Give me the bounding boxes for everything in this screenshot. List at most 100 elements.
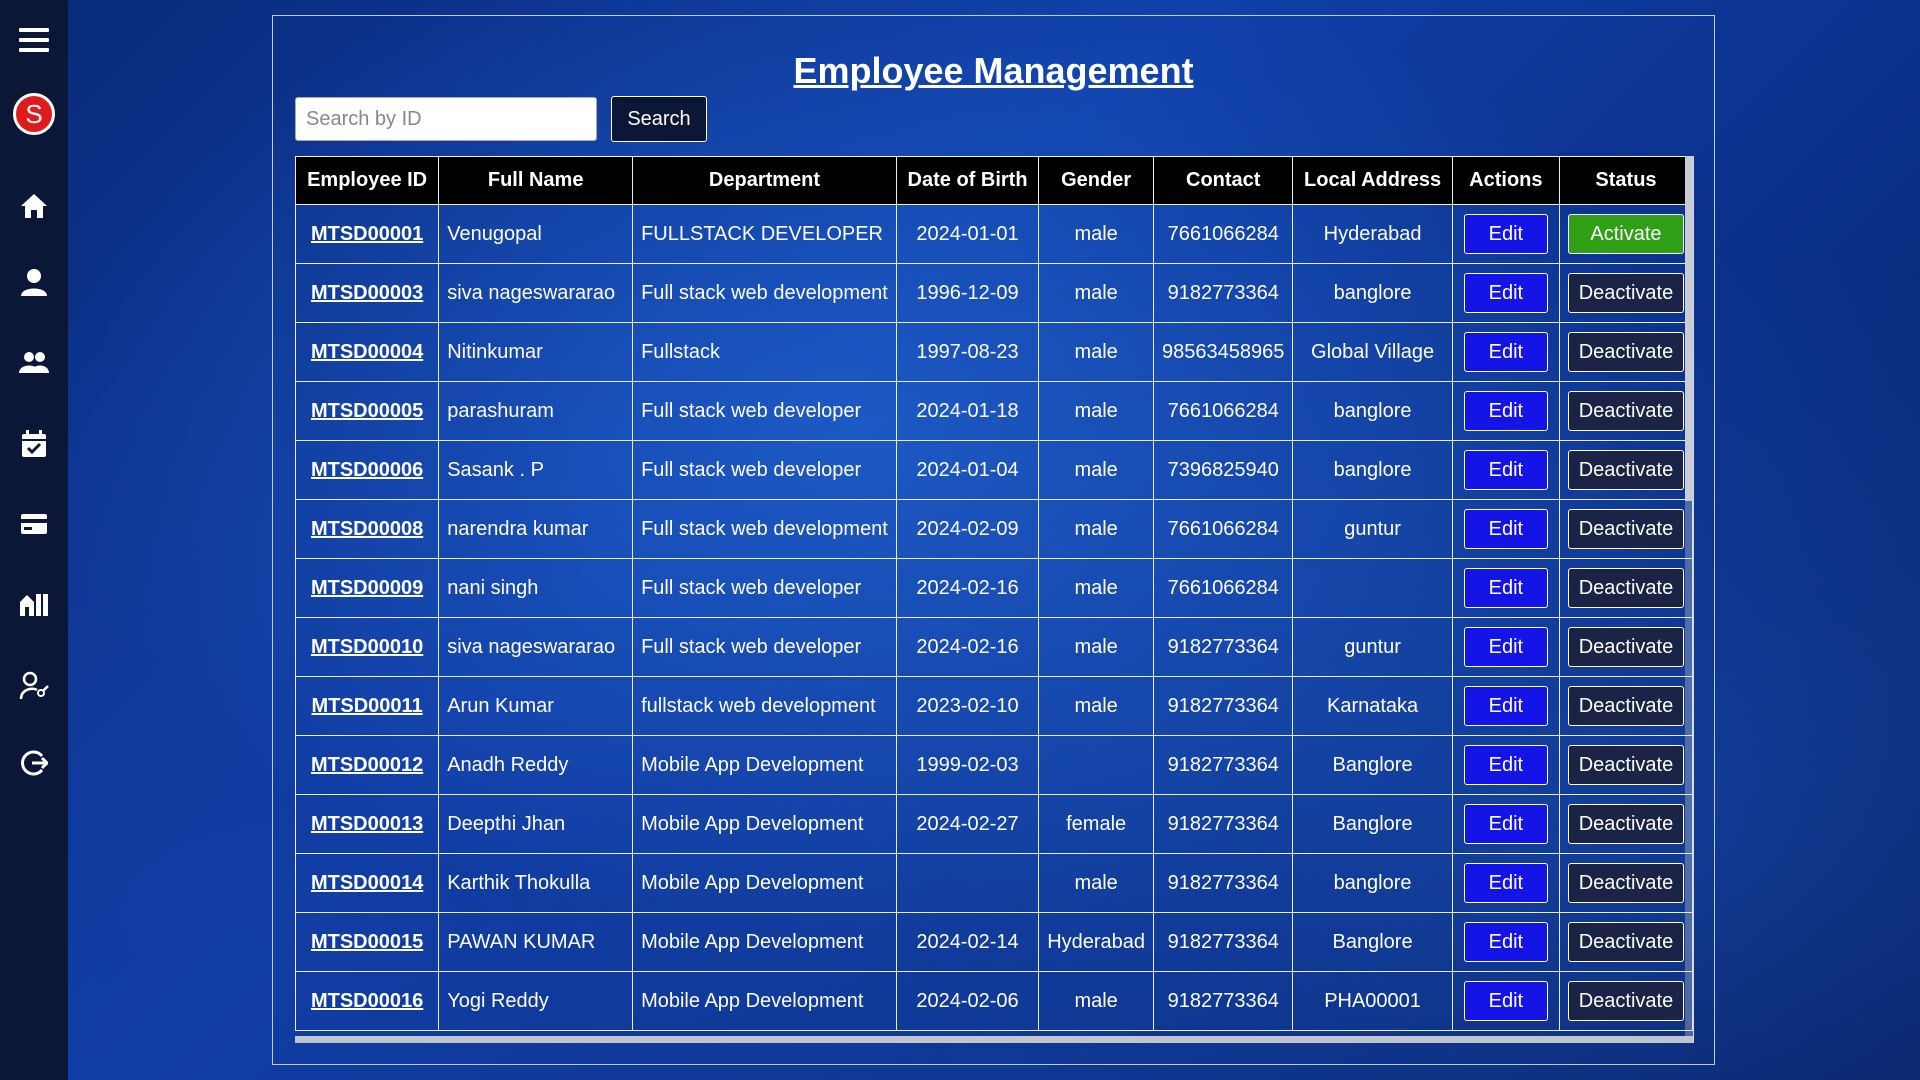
deactivate-button[interactable]: Deactivate bbox=[1567, 745, 1684, 785]
date-of-birth-cell: 2024-02-16 bbox=[895, 617, 1040, 677]
deactivate-button[interactable]: Deactivate bbox=[1567, 450, 1684, 490]
contact-cell: 9182773364 bbox=[1153, 263, 1294, 323]
deactivate-button[interactable]: Deactivate bbox=[1567, 863, 1684, 903]
date-of-birth-cell: 2023-02-10 bbox=[895, 676, 1040, 736]
actions-cell: Edit bbox=[1451, 971, 1560, 1031]
contact-cell: 9182773364 bbox=[1153, 676, 1294, 736]
employee-id-link[interactable]: MTSD00003 bbox=[311, 282, 423, 304]
full-name-cell: Deepthi Jhan bbox=[438, 794, 634, 854]
edit-button[interactable]: Edit bbox=[1463, 863, 1548, 903]
department-cell: Fullstack bbox=[632, 322, 897, 382]
department-cell: Full stack web developer bbox=[632, 558, 897, 618]
employee-id-cell: MTSD00013 bbox=[295, 794, 440, 854]
local-address-cell: banglore bbox=[1292, 263, 1453, 323]
col-header-date-of-birth: Date of Birth bbox=[895, 156, 1040, 205]
menu-icon[interactable] bbox=[0, 16, 68, 64]
local-address-cell: banglore bbox=[1292, 440, 1453, 500]
edit-button[interactable]: Edit bbox=[1463, 745, 1548, 785]
building-icon[interactable] bbox=[0, 580, 68, 628]
deactivate-button[interactable]: Deactivate bbox=[1567, 391, 1684, 431]
person-icon[interactable] bbox=[0, 258, 68, 306]
full-name-cell: narendra kumar bbox=[438, 499, 634, 559]
deactivate-button[interactable]: Deactivate bbox=[1567, 686, 1684, 726]
activate-button[interactable]: Activate bbox=[1567, 214, 1684, 254]
status-cell: Deactivate bbox=[1558, 912, 1693, 972]
search-button[interactable]: Search bbox=[611, 96, 707, 142]
date-of-birth-cell: 2024-02-09 bbox=[895, 499, 1040, 559]
gender-cell: male bbox=[1038, 322, 1155, 382]
employee-id-link[interactable]: MTSD00004 bbox=[311, 341, 423, 363]
edit-button[interactable]: Edit bbox=[1463, 509, 1548, 549]
employee-id-link[interactable]: MTSD00014 bbox=[311, 872, 423, 894]
page-title: Employee Management bbox=[793, 50, 1194, 91]
local-address-cell: banglore bbox=[1292, 381, 1453, 441]
department-cell: Mobile App Development bbox=[632, 735, 897, 795]
status-cell: Deactivate bbox=[1558, 263, 1693, 323]
status-cell: Deactivate bbox=[1558, 971, 1693, 1031]
deactivate-button[interactable]: Deactivate bbox=[1567, 568, 1684, 608]
edit-button[interactable]: Edit bbox=[1463, 391, 1548, 431]
edit-button[interactable]: Edit bbox=[1463, 332, 1548, 372]
horizontal-scrollbar[interactable] bbox=[295, 1036, 1693, 1043]
edit-button[interactable]: Edit bbox=[1463, 804, 1548, 844]
deactivate-button[interactable]: Deactivate bbox=[1567, 922, 1684, 962]
avatar[interactable]: S bbox=[0, 90, 68, 138]
edit-button[interactable]: Edit bbox=[1463, 273, 1548, 313]
employee-id-link[interactable]: MTSD00016 bbox=[311, 990, 423, 1012]
search-input[interactable] bbox=[295, 97, 597, 141]
vertical-scrollbar-thumb[interactable] bbox=[1685, 156, 1693, 501]
deactivate-button[interactable]: Deactivate bbox=[1567, 273, 1684, 313]
deactivate-button[interactable]: Deactivate bbox=[1567, 509, 1684, 549]
avatar-letter: S bbox=[13, 93, 55, 135]
employee-id-link[interactable]: MTSD00006 bbox=[311, 459, 423, 481]
col-header-local-address: Local Address bbox=[1292, 156, 1453, 205]
gender-cell: male bbox=[1038, 440, 1155, 500]
employee-id-link[interactable]: MTSD00008 bbox=[311, 518, 423, 540]
deactivate-button[interactable]: Deactivate bbox=[1567, 804, 1684, 844]
actions-cell: Edit bbox=[1451, 381, 1560, 441]
col-header-gender: Gender bbox=[1038, 156, 1155, 205]
edit-button[interactable]: Edit bbox=[1463, 922, 1548, 962]
vertical-scrollbar[interactable] bbox=[1685, 156, 1693, 1043]
edit-button[interactable]: Edit bbox=[1463, 568, 1548, 608]
employee-id-link[interactable]: MTSD00012 bbox=[311, 754, 423, 776]
employee-id-link[interactable]: MTSD00011 bbox=[312, 695, 423, 717]
deactivate-button[interactable]: Deactivate bbox=[1567, 332, 1684, 372]
gender-cell: Hyderabad bbox=[1038, 912, 1155, 972]
edit-button[interactable]: Edit bbox=[1463, 981, 1548, 1021]
employee-id-link[interactable]: MTSD00005 bbox=[311, 400, 423, 422]
logout-icon[interactable] bbox=[0, 739, 68, 787]
employee-id-link[interactable]: MTSD00001 bbox=[311, 223, 423, 245]
local-address-cell: banglore bbox=[1292, 853, 1453, 913]
employee-id-link[interactable]: MTSD00010 bbox=[311, 636, 423, 658]
employee-id-link[interactable]: MTSD00015 bbox=[311, 931, 423, 953]
date-of-birth-cell: 2024-02-06 bbox=[895, 971, 1040, 1031]
local-address-cell: Global Village bbox=[1292, 322, 1453, 382]
full-name-cell: Venugopal bbox=[438, 204, 634, 264]
employee-table: Employee ID Full Name Department Date of… bbox=[295, 156, 1693, 1031]
calendar-check-icon[interactable] bbox=[0, 420, 68, 468]
table-row: MTSD00011 Arun Kumar fullstack web develop… bbox=[295, 676, 1693, 736]
deactivate-button[interactable]: Deactivate bbox=[1567, 627, 1684, 667]
employee-id-link[interactable]: MTSD00009 bbox=[311, 577, 423, 599]
employee-id-cell: MTSD00003 bbox=[295, 263, 440, 323]
edit-button[interactable]: Edit bbox=[1463, 450, 1548, 490]
table-row: MTSD00012 Anadh Reddy Mobile App Developme… bbox=[295, 735, 1693, 795]
employee-id-link[interactable]: MTSD00013 bbox=[311, 813, 423, 835]
deactivate-button[interactable]: Deactivate bbox=[1567, 981, 1684, 1021]
status-cell: Activate bbox=[1558, 204, 1693, 264]
edit-button[interactable]: Edit bbox=[1463, 627, 1548, 667]
status-cell: Deactivate bbox=[1558, 440, 1693, 500]
gender-cell: male bbox=[1038, 676, 1155, 736]
local-address-cell: Banglore bbox=[1292, 794, 1453, 854]
contact-cell: 7396825940 bbox=[1153, 440, 1294, 500]
edit-button[interactable]: Edit bbox=[1463, 686, 1548, 726]
user-key-icon[interactable] bbox=[0, 662, 68, 710]
local-address-cell: Hyderabad bbox=[1292, 204, 1453, 264]
edit-button[interactable]: Edit bbox=[1463, 214, 1548, 254]
contact-cell: 9182773364 bbox=[1153, 912, 1294, 972]
home-icon[interactable] bbox=[0, 182, 68, 230]
full-name-cell: Nitinkumar bbox=[438, 322, 634, 382]
group-icon[interactable] bbox=[0, 338, 68, 386]
credit-card-icon[interactable] bbox=[0, 500, 68, 548]
